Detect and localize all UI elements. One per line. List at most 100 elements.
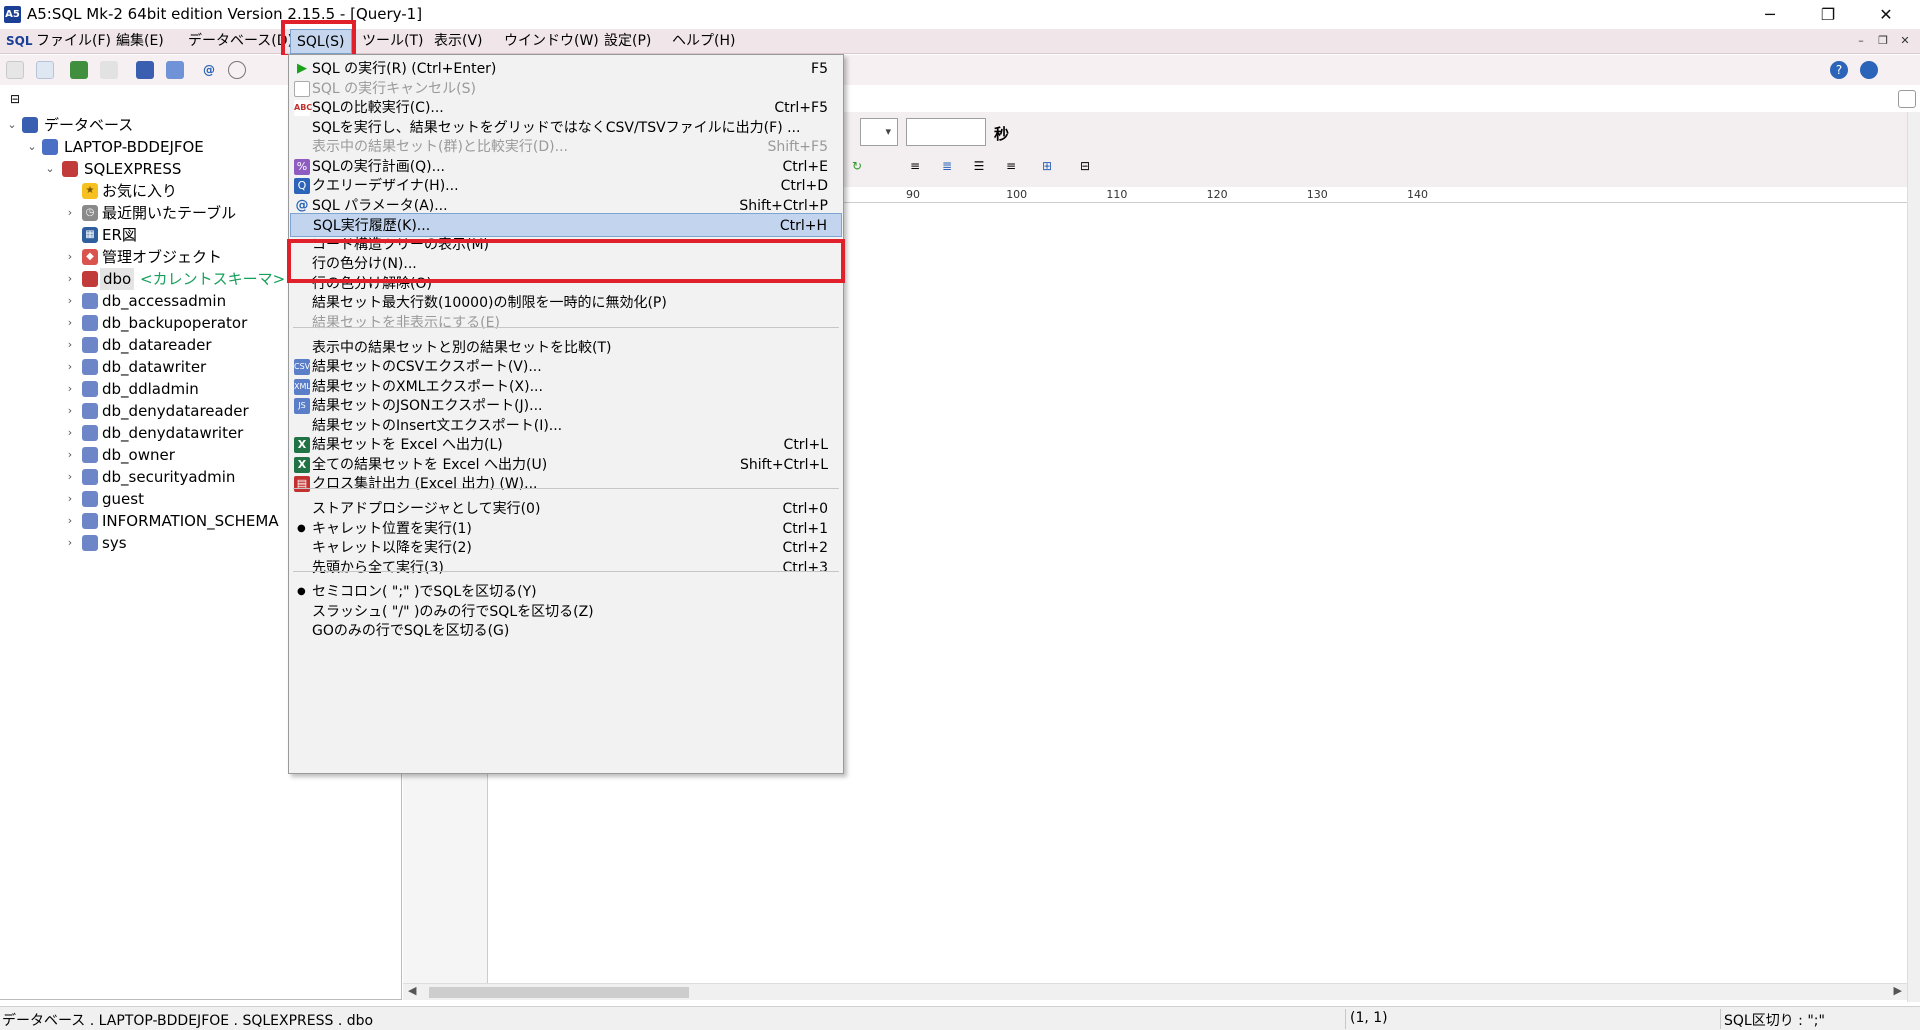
minimize-button[interactable]: ─	[1742, 0, 1798, 29]
sql-history-highlight-box	[287, 239, 845, 283]
ruler-tick-label: 120	[1206, 188, 1228, 201]
panel-icon[interactable]	[1898, 90, 1916, 108]
status-cursor: (1, 1)	[1350, 1010, 1388, 1026]
schema-label: INFORMATION_SCHEMA	[102, 512, 279, 530]
excel-all-icon: X	[294, 457, 310, 473]
schema-icon	[82, 337, 98, 353]
menu-edit[interactable]: 編集(E)	[110, 29, 170, 54]
menu-item-label: 結果セットを非表示にする(E)	[312, 315, 500, 331]
schema-label: guest	[102, 490, 144, 508]
chevron-down-icon: ▾	[885, 125, 891, 138]
chevron-right-icon[interactable]: ›	[64, 312, 76, 334]
run-icon: ▶	[297, 61, 307, 76]
schema-icon	[82, 513, 98, 529]
align-left-icon[interactable]: ≡	[906, 157, 924, 175]
open-icon[interactable]	[36, 61, 54, 79]
app-icon: A5	[4, 6, 21, 23]
horizontal-scrollbar[interactable]: ◀ ▶	[403, 983, 1907, 1000]
chevron-right-icon[interactable]: ›	[64, 290, 76, 312]
cancel-icon	[294, 81, 310, 97]
sql-menu-item[interactable]: ▤ クロス集計出力 (Excel 出力) (W)...	[290, 472, 842, 496]
schema-label: db_owner	[102, 446, 175, 464]
chevron-right-icon[interactable]: ›	[64, 334, 76, 356]
chevron-right-icon[interactable]: ›	[64, 466, 76, 488]
menu-item-label: 先頭から全て実行(3)	[312, 560, 444, 576]
schema-icon	[82, 381, 98, 397]
menu-separator	[293, 327, 839, 328]
indent-icon[interactable]: ≣	[938, 157, 956, 175]
maximize-button[interactable]: ❐	[1800, 0, 1856, 29]
menu-view[interactable]: 表示(V)	[428, 29, 489, 54]
menu-settings[interactable]: 設定(P)	[598, 29, 657, 54]
new-icon[interactable]	[6, 61, 24, 79]
chevron-right-icon[interactable]: ›	[64, 488, 76, 510]
close-button[interactable]: ✕	[1858, 0, 1914, 29]
status-path: データベース . LAPTOP-BDDEJFOE . SQLEXPRESS . …	[2, 1013, 374, 1029]
clock-icon[interactable]	[228, 61, 246, 79]
tree-view-icon[interactable]: ⊟	[1076, 157, 1094, 175]
menu-file[interactable]: ファイル(F)	[30, 29, 117, 54]
star-icon: ★	[82, 183, 98, 199]
scroll-left-icon[interactable]: ◀	[408, 984, 416, 997]
mdi-restore-button[interactable]: ❐	[1874, 32, 1892, 50]
globe-icon[interactable]	[1860, 61, 1878, 79]
schema-icon	[82, 425, 98, 441]
mdi-close-button[interactable]: ✕	[1896, 32, 1914, 50]
sql-menu-item[interactable]: GOのみの行でSQLを区切る(G)	[290, 619, 842, 643]
status-delimiter: SQL区切り : ";"	[1724, 1013, 1825, 1029]
compare-icon: ABC	[294, 100, 312, 116]
schema-icon	[82, 293, 98, 309]
schema-icon	[82, 535, 98, 551]
at-sign-icon[interactable]: @	[200, 61, 218, 79]
menu-help[interactable]: ヘルプ(H)	[666, 29, 741, 54]
tree-toggle-icon[interactable]: ⊟	[6, 90, 24, 108]
current-schema-label: <カレントスキーマ>	[140, 270, 286, 288]
sql-menu-item: 結果セットを非表示にする(E)	[290, 311, 842, 335]
sql-menu-highlight-box	[281, 20, 356, 58]
help-icon[interactable]: ?	[1830, 61, 1848, 79]
menu-tools[interactable]: ツール(T)	[356, 29, 429, 54]
chevron-right-icon[interactable]: ›	[64, 510, 76, 532]
copy-icon[interactable]	[100, 61, 118, 79]
database-icon[interactable]	[136, 61, 154, 79]
excel-icon: X	[294, 437, 310, 453]
menu-item-label: クロス集計出力 (Excel 出力) (W)...	[312, 476, 538, 492]
mdi-minimize-button[interactable]: –	[1852, 32, 1870, 50]
csv-export-icon: CSV	[294, 359, 310, 375]
seconds-label: 秒	[994, 125, 1010, 143]
chevron-right-icon[interactable]: ›	[64, 444, 76, 466]
chevron-right-icon[interactable]: ›	[64, 356, 76, 378]
chevron-right-icon[interactable]: ›	[64, 378, 76, 400]
settings-icon[interactable]	[166, 61, 184, 79]
outdent-icon[interactable]: ☰	[970, 157, 988, 175]
sql-menu-item[interactable]: 先頭から全て実行(3) Ctrl+3	[290, 556, 842, 580]
schema-label: db_denydatareader	[102, 402, 249, 420]
schema-label: db_securityadmin	[102, 468, 236, 486]
timeout-select[interactable]: ▾	[860, 118, 898, 146]
scroll-right-icon[interactable]: ▶	[1894, 984, 1902, 997]
editor-tool-icons: ↻ ≡ ≣ ☰ ≡ ⊞ ⊟	[848, 157, 1090, 179]
chevron-right-icon[interactable]: ›	[64, 400, 76, 422]
schema-icon	[82, 271, 98, 287]
menu-item-label: GOのみの行でSQLを区切る(G)	[312, 623, 510, 639]
status-bar: データベース . LAPTOP-BDDEJFOE . SQLEXPRESS . …	[0, 1006, 1920, 1030]
schema-label: db_datareader	[102, 336, 212, 354]
menu-separator	[293, 571, 839, 572]
schema-label: sys	[102, 534, 127, 552]
window-title: A5:SQL Mk-2 64bit edition Version 2.15.5…	[27, 5, 423, 23]
timeout-input[interactable]	[906, 118, 986, 146]
menu-window[interactable]: ウインドウ(W)	[498, 29, 605, 54]
refresh-icon[interactable]: ↻	[848, 157, 866, 175]
format-icon[interactable]: ≡	[1002, 157, 1020, 175]
vertical-scrollbar[interactable]	[1907, 112, 1920, 1002]
sql-server-icon	[62, 161, 78, 177]
json-export-icon: JS	[294, 398, 310, 414]
schema-label: db_denydatawriter	[102, 424, 244, 442]
chevron-right-icon[interactable]: ›	[64, 422, 76, 444]
chevron-right-icon[interactable]: ›	[64, 532, 76, 554]
param-icon: @	[295, 198, 309, 213]
scroll-thumb[interactable]	[429, 987, 689, 998]
structure-icon[interactable]: ⊞	[1038, 157, 1056, 175]
xml-export-icon: XML	[294, 379, 311, 395]
connect-icon[interactable]	[70, 61, 88, 79]
